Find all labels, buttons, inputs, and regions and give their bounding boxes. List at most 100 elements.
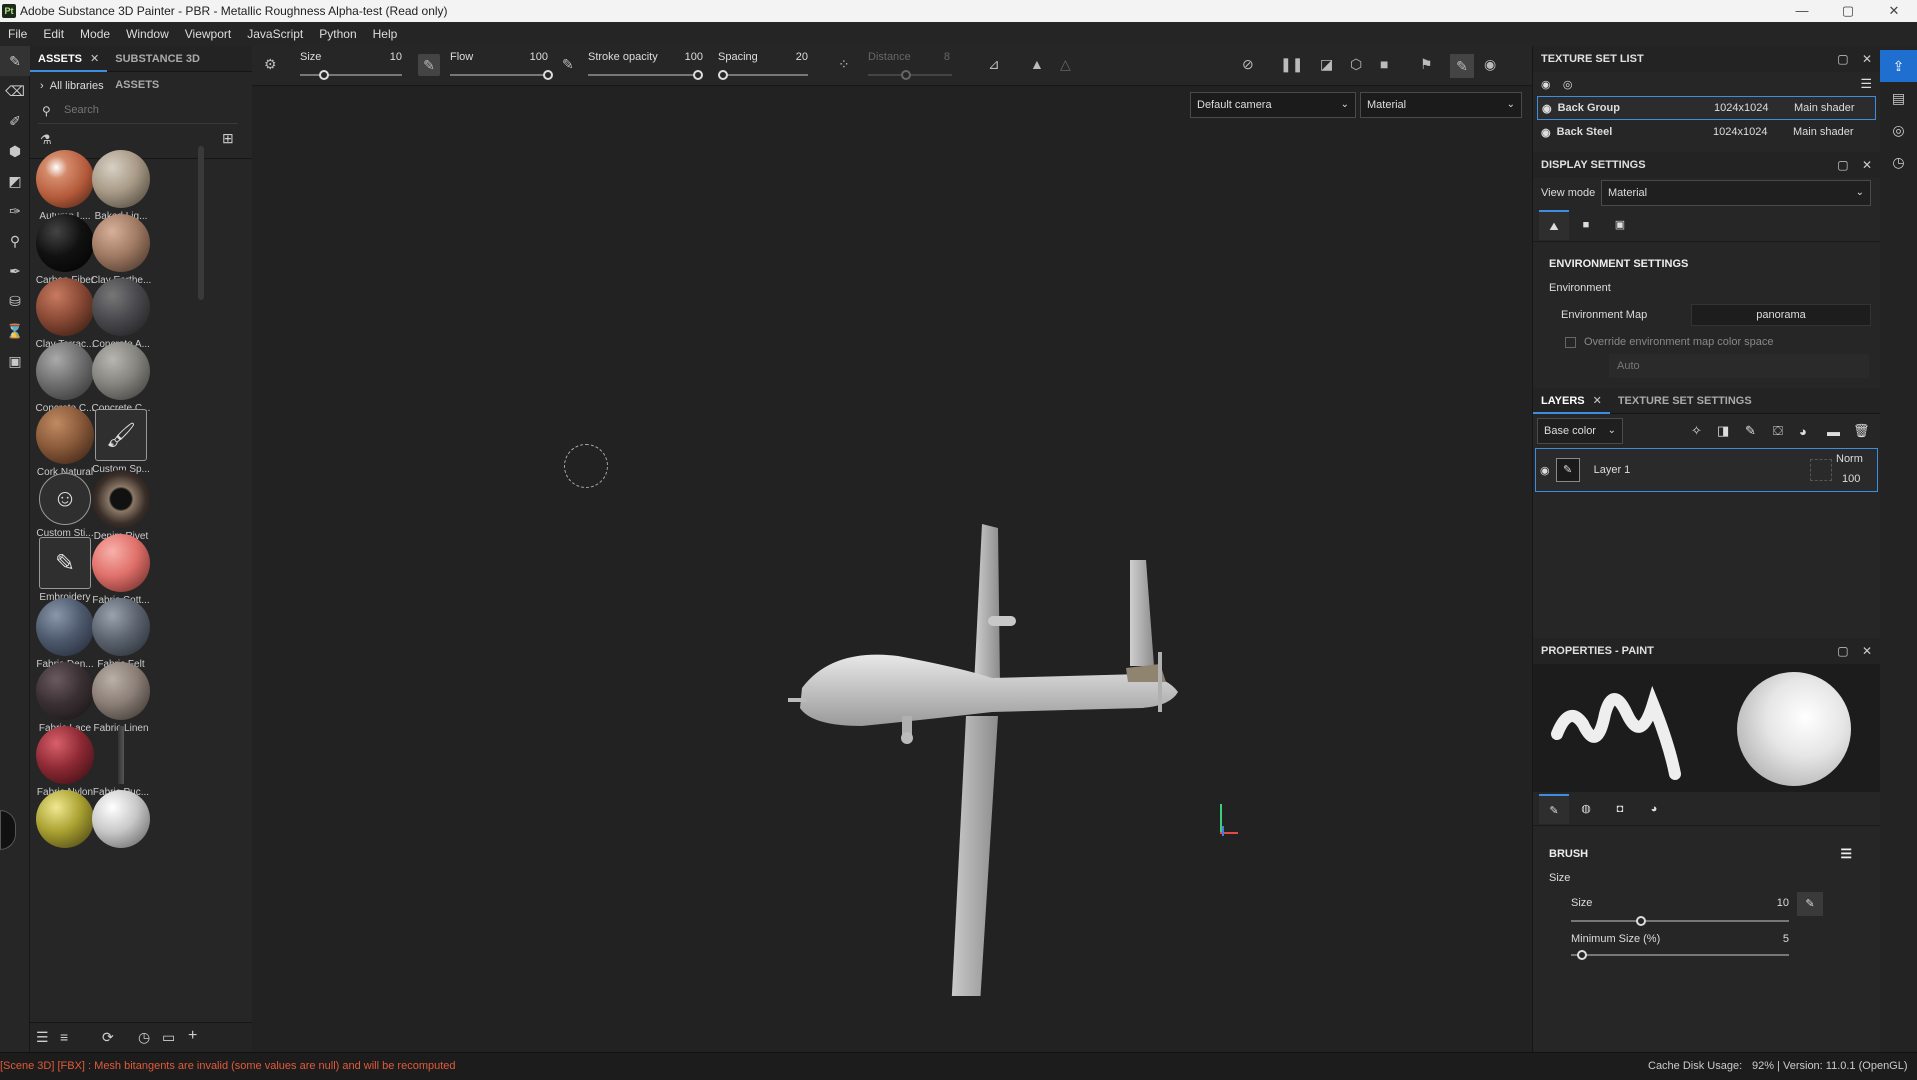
blend-mode[interactable]: Norm [1836,453,1863,465]
drone-model[interactable] [672,416,1252,996]
asset-item[interactable]: Fabric Linen [88,662,154,734]
asset-item[interactable]: Fabric Felt [88,598,154,670]
stroke-opacity-value[interactable]: 100 [677,51,703,63]
panel-controls[interactable]: ▢ ✕ [1837,158,1872,172]
symmetry-settings-icon[interactable]: △ [1060,56,1071,73]
texture-set-row[interactable]: ◉ Back Steel 1024x1024 Main shader [1537,120,1876,144]
menu-viewport[interactable]: Viewport [177,27,239,41]
add-paint-layer-icon[interactable]: ✎ [1745,423,1756,439]
texture-set-row[interactable]: ◉ Back Group 1024x1024 Main shader [1537,96,1876,120]
assets-scrollbar[interactable] [198,146,204,300]
panel-controls[interactable]: ▢ ✕ [1837,52,1872,66]
2d-view-icon[interactable]: ◪ [1320,56,1333,73]
stroke-opacity-slider[interactable] [588,70,703,80]
pen-pressure-icon[interactable]: ✎ [418,54,440,76]
stroke-opacity-slider-knob[interactable] [693,70,703,80]
delete-icon[interactable]: 🗑 [1853,423,1870,439]
menu-file[interactable]: File [0,27,35,41]
close-icon[interactable]: ✕ [1593,395,1602,407]
paint-brush-icon[interactable]: ✎ [0,46,30,76]
color-picker-icon[interactable]: ✒ [0,256,30,286]
menu-help[interactable]: Help [365,27,406,41]
min-size-slider[interactable] [1571,950,1789,962]
sort-icon[interactable]: ≡ [60,1029,68,1045]
folder-icon[interactable]: ▭ [162,1029,175,1046]
alpha-tab-icon[interactable]: ◍ [1569,802,1603,815]
flow-value[interactable]: 100 [522,51,548,63]
maximize-button[interactable]: ▢ [1825,0,1871,22]
add-folder-icon[interactable]: ▬ [1827,424,1840,439]
flow-slider[interactable] [450,70,553,80]
asset-item[interactable]: Concrete A... [88,278,154,350]
size-slider-knob[interactable] [319,70,330,80]
eye-visibility-icon[interactable]: ◉ [1541,78,1551,91]
layer-opacity[interactable]: 100 [1842,473,1860,485]
eye-icon[interactable]: ◉ [1540,464,1550,477]
asset-item[interactable]: Denim Rivet [88,470,154,542]
eye-icon[interactable]: ◉ [1542,102,1552,115]
polygon-fill-icon[interactable]: ◩ [0,166,30,196]
camera-tab-icon[interactable]: ■ [1569,219,1603,231]
environment-map-field[interactable]: panorama [1691,304,1871,326]
filter-icon[interactable]: ⚗ [40,132,52,148]
iray-icon[interactable]: ⚑ [1420,56,1433,73]
spacing-slider[interactable] [717,70,808,80]
symmetry-icon[interactable]: ▲ [1030,56,1044,72]
material-tab-icon[interactable]: ◕ [1637,803,1671,815]
brush-tab-icon[interactable]: ✎ [1539,793,1569,824]
min-size-knob[interactable] [1576,950,1587,960]
tab-layers[interactable]: LAYERS ✕ [1533,388,1610,414]
distance-slider-knob[interactable] [900,70,911,80]
measure-icon[interactable]: ⌛ [0,316,30,346]
camera-dropdown[interactable]: Default camera ⌄ [1190,92,1356,118]
asset-item[interactable]: 🖌Custom Sp... [88,406,154,475]
preset-menu-icon[interactable]: ☰ [1840,846,1852,862]
add-icon[interactable]: + [188,1027,197,1045]
asset-item[interactable]: Fabric Puc... [88,726,154,798]
menu-icon[interactable]: ☰ [1860,76,1872,92]
status-message[interactable]: [Scene 3D] [FBX] : Mesh bitangents are i… [0,1060,456,1072]
render-icon[interactable]: ▣ [0,346,30,376]
projection-icon[interactable]: ✐ [0,106,30,136]
channel-dropdown[interactable]: Base color ⌄ [1537,418,1623,444]
history-icon[interactable]: ◷ [1880,146,1917,178]
asset-item[interactable]: Fabric Cott... [88,534,154,606]
menu-window[interactable]: Window [118,27,177,41]
menu-mode[interactable]: Mode [72,27,118,41]
library-selector[interactable]: › All libraries [40,80,104,92]
search-input[interactable] [64,104,224,116]
menu-edit[interactable]: Edit [35,27,72,41]
close-icon[interactable]: ✕ [90,53,99,65]
size-slider[interactable] [300,70,402,80]
asset-item[interactable]: Baked Lig... [88,150,154,222]
clone-stamp-icon[interactable]: ⚲ [0,226,30,256]
add-effect-icon[interactable]: ✧ [1691,423,1702,439]
add-mask-icon[interactable]: ◨ [1717,423,1729,439]
share-icon[interactable]: ⇪ [1880,50,1917,82]
refresh-icon[interactable]: ⟳ [102,1029,114,1046]
layer-row[interactable]: ◉ ✎ Layer 1 Norm 100 [1535,448,1878,492]
display-settings-icon[interactable]: ◎ [1880,114,1917,146]
angle-icon[interactable]: ⊿ [988,56,1000,73]
3d-view-icon[interactable]: ⬡ [1350,56,1362,73]
grid-view-icon[interactable]: ⊞ [222,130,234,147]
size-value[interactable]: 10 [382,51,402,63]
list-view-icon[interactable]: ☰ [36,1029,49,1046]
asset-item[interactable]: Concrete C... [88,342,154,414]
eraser-icon[interactable]: ⌫ [0,76,30,106]
flow-slider-knob[interactable] [543,70,553,80]
camera-icon[interactable]: ■ [1380,56,1388,72]
history-icon[interactable]: ◷ [138,1029,150,1046]
brush-size-knob[interactable] [1635,916,1646,926]
spacing-value[interactable]: 20 [782,51,808,63]
asset-item[interactable] [88,790,154,848]
3d-viewport[interactable]: Default camera ⌄ Material ⌄ [252,86,1532,1052]
override-color-space-row[interactable]: Override environment map color space [1533,330,1880,354]
distance-value[interactable]: 8 [936,51,950,63]
eye-icon[interactable]: ◎ [1563,78,1573,91]
pause-icon[interactable]: ❚❚ [1280,56,1303,73]
asset-item[interactable]: Clay Earthe... [88,214,154,286]
screenshot-icon[interactable]: ◉ [1484,56,1496,73]
color-space-auto[interactable]: Auto [1609,354,1869,378]
viewport-mode-dropdown[interactable]: Material ⌄ [1360,92,1522,118]
